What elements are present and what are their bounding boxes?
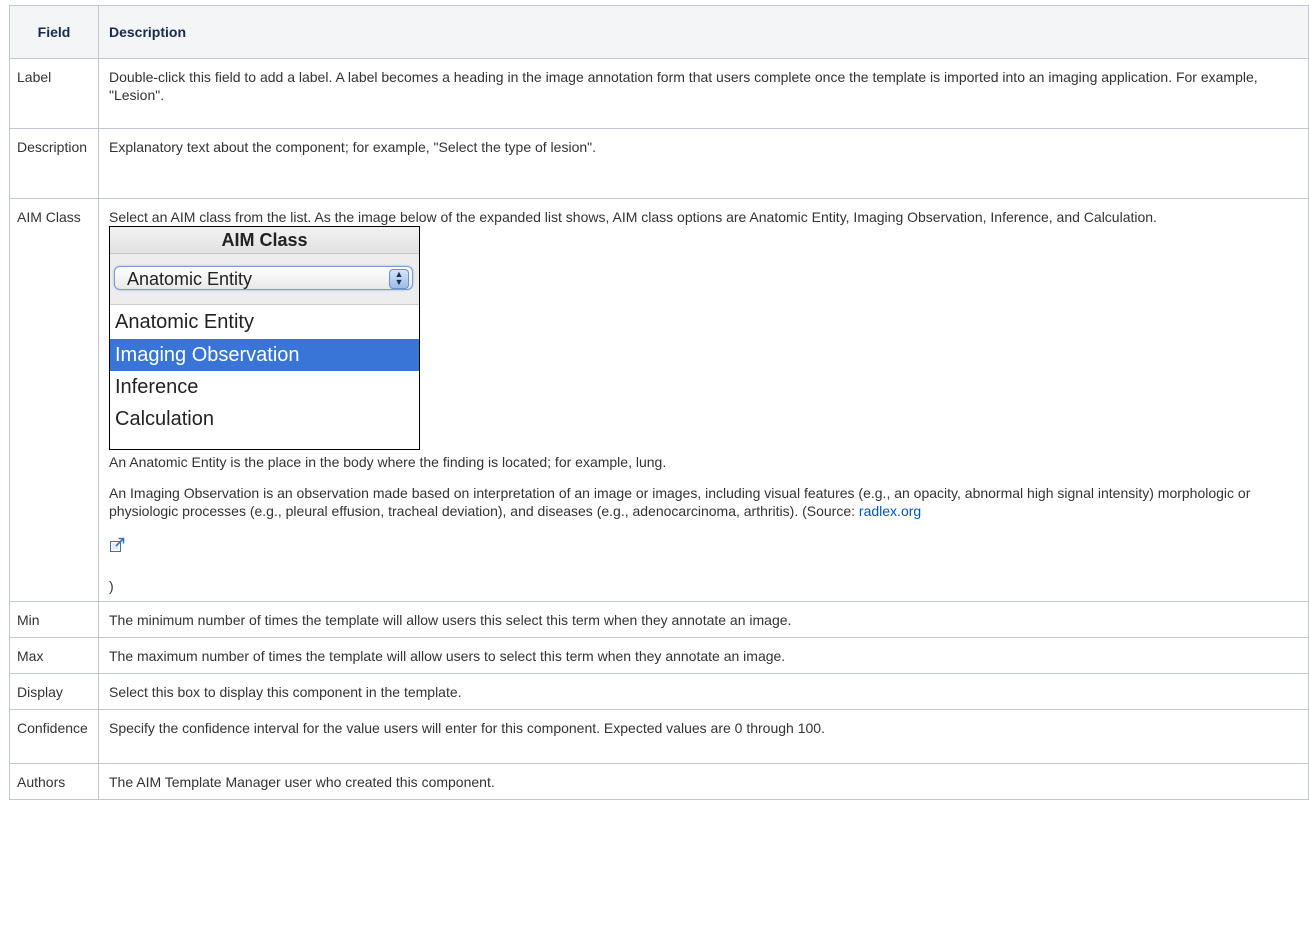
description-cell: The minimum number of times the template… xyxy=(98,601,1309,638)
description-cell: Double-click this field to add a label. … xyxy=(98,58,1309,129)
external-link-icon[interactable] xyxy=(109,537,125,553)
field-description-table: Field Description Label Double-click thi… xyxy=(9,5,1309,800)
aim-class-widget-header: AIM Class xyxy=(110,227,419,254)
aim-class-description-cell: Select an AIM class from the list. As th… xyxy=(98,198,1309,602)
aim-class-selected-value: Anatomic Entity xyxy=(127,269,253,289)
aim-class-option: Calculation xyxy=(115,408,214,430)
field-cell: Min xyxy=(9,601,99,638)
field-column-header: Field xyxy=(9,5,99,59)
field-cell: Label xyxy=(9,58,99,129)
field-cell: Confidence xyxy=(9,709,99,764)
table-row: AIM Class Select an AIM class from the l… xyxy=(9,198,1309,602)
table-row: Display Select this box to display this … xyxy=(9,673,1309,710)
aim-class-select-row: Anatomic Entity ▲ ▼ xyxy=(110,254,419,305)
description-cell: Select this box to display this componen… xyxy=(98,673,1309,710)
table-row: Max The maximum number of times the temp… xyxy=(9,637,1309,674)
description-cell: The AIM Template Manager user who create… xyxy=(98,763,1309,800)
select-arrows-icon: ▲ ▼ xyxy=(389,269,409,289)
field-cell: Max xyxy=(9,637,99,674)
field-cell: Description xyxy=(9,128,99,199)
aim-class-widget-image: AIM Class Anatomic Entity ▲ ▼ Anatomic En… xyxy=(109,226,420,450)
aim-class-option-highlighted: Imaging Observation xyxy=(110,339,419,371)
table-row: Confidence Specify the confidence interv… xyxy=(9,709,1309,764)
closing-paren: ) xyxy=(109,578,114,594)
table-row: Authors The AIM Template Manager user wh… xyxy=(9,763,1309,800)
description-column-header: Description xyxy=(98,5,1309,59)
description-cell: The maximum number of times the template… xyxy=(98,637,1309,674)
aim-class-option-list: Anatomic Entity Imaging Observation Infe… xyxy=(110,305,419,435)
aim-class-select: Anatomic Entity ▲ ▼ xyxy=(114,266,413,290)
anatomic-entity-paragraph: An Anatomic Entity is the place in the b… xyxy=(109,454,667,470)
table-row: Label Double-click this field to add a l… xyxy=(9,58,1309,129)
aim-class-option: Anatomic Entity xyxy=(115,311,254,333)
field-cell: Authors xyxy=(9,763,99,800)
table-row: Description Explanatory text about the c… xyxy=(9,128,1309,199)
table-header-row: Field Description xyxy=(9,5,1309,59)
field-cell: AIM Class xyxy=(9,198,99,602)
imaging-observation-paragraph: An Imaging Observation is an observation… xyxy=(109,484,1298,520)
imaging-observation-text: An Imaging Observation is an observation… xyxy=(109,485,1251,519)
aim-class-option: Inference xyxy=(115,376,199,398)
aim-class-intro: Select an AIM class from the list. As th… xyxy=(109,209,1157,225)
table-row: Min The minimum number of times the temp… xyxy=(9,601,1309,638)
field-cell: Display xyxy=(9,673,99,710)
description-cell: Specify the confidence interval for the … xyxy=(98,709,1309,764)
radlex-link[interactable]: radlex.org xyxy=(859,503,921,519)
description-cell: Explanatory text about the component; fo… xyxy=(98,128,1309,199)
external-link-paragraph xyxy=(109,537,1298,557)
